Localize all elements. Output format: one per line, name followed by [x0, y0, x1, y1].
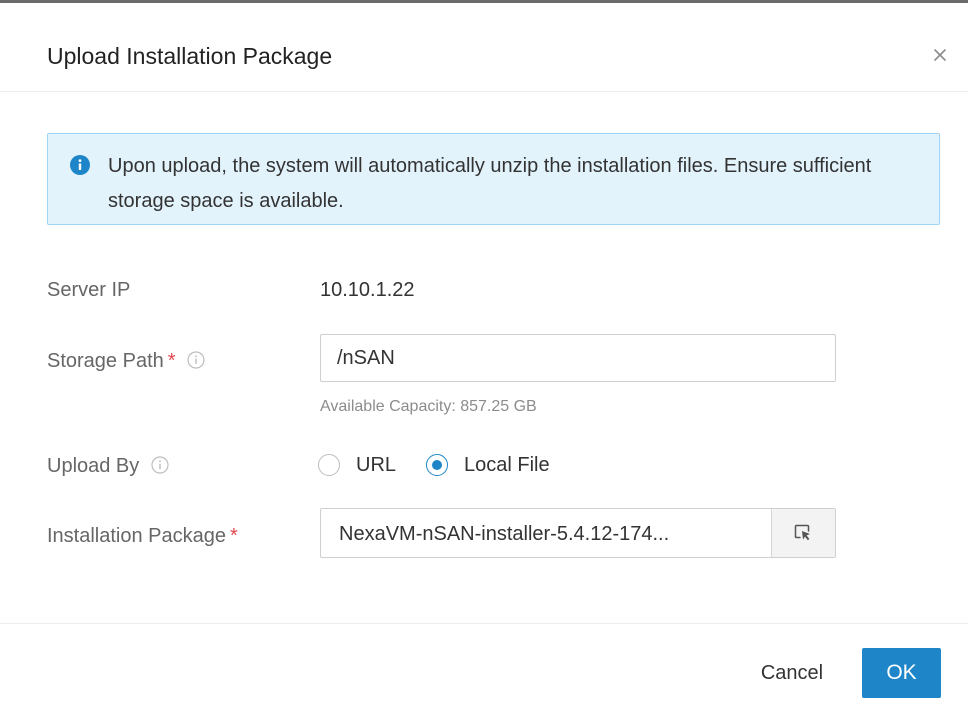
server-ip-label: Server IP	[47, 278, 130, 302]
ok-button[interactable]: OK	[862, 648, 941, 698]
select-file-cursor-icon	[794, 524, 810, 541]
radio-local-file-circle[interactable]	[426, 454, 449, 476]
selected-file-name: NexaVM-nSAN-installer-5.4.12-174...	[339, 523, 670, 545]
server-ip-value: 10.10.1.22	[320, 279, 415, 301]
installation-package-label: Installation Package *	[47, 524, 238, 548]
dialog-header: Upload Installation Package	[0, 3, 968, 92]
footer-divider	[0, 623, 968, 624]
cancel-button[interactable]: Cancel	[744, 648, 840, 698]
radio-url-label[interactable]: URL	[356, 453, 396, 477]
upload-installation-package-dialog: Upload Installation Package Upon upload,…	[0, 0, 968, 713]
alert-message: Upon upload, the system will automatical…	[108, 155, 872, 212]
radio-url[interactable]: URL	[318, 453, 396, 477]
select-file-button[interactable]	[771, 509, 835, 557]
dialog-title: Upload Installation Package	[47, 43, 333, 69]
info-outline-icon[interactable]	[187, 351, 205, 369]
installation-package-label-text: Installation Package	[47, 525, 227, 547]
close-button[interactable]	[926, 41, 954, 69]
upload-by-label-text: Upload By	[47, 455, 140, 477]
close-icon	[934, 49, 946, 61]
installation-package-file-field[interactable]: NexaVM-nSAN-installer-5.4.12-174...	[320, 508, 836, 558]
info-outline-icon[interactable]	[151, 456, 169, 474]
radio-url-circle[interactable]	[318, 454, 340, 476]
available-capacity-text: Available Capacity: 857.25 GB	[320, 398, 537, 415]
server-ip-label-text: Server IP	[47, 279, 131, 301]
required-asterisk: *	[230, 525, 238, 547]
upload-by-label: Upload By	[47, 454, 169, 478]
storage-path-label: Storage Path *	[47, 349, 205, 373]
info-alert: Upon upload, the system will automatical…	[47, 133, 940, 225]
storage-path-input[interactable]	[320, 334, 836, 382]
radio-local-file-label[interactable]: Local File	[464, 453, 550, 477]
upload-by-radio-group: URL Local File	[318, 450, 580, 480]
storage-path-label-text: Storage Path	[47, 350, 164, 372]
radio-local-file[interactable]: Local File	[426, 453, 550, 477]
required-asterisk: *	[167, 350, 176, 372]
info-filled-icon	[70, 155, 90, 175]
